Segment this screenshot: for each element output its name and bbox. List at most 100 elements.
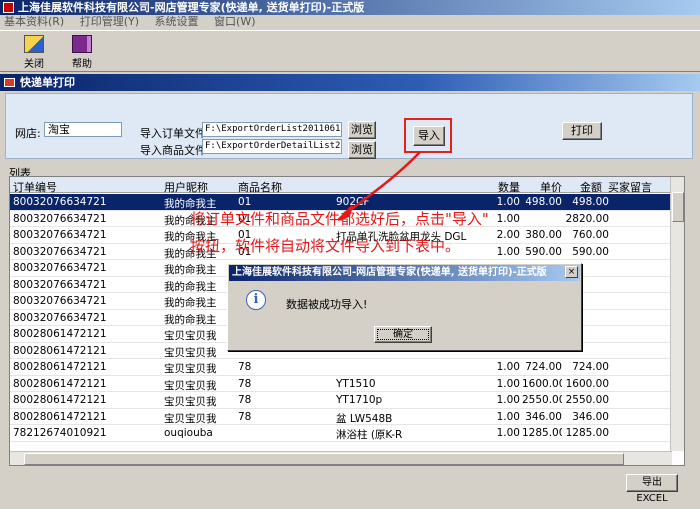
annotation-line-2: 按扭，软件将自动将文件导入到下表中。 <box>190 237 461 255</box>
help-book-icon <box>72 35 92 53</box>
menu-bar: 基本资料(R) 打印管理(Y) 系统设置 窗口(W) <box>0 15 700 29</box>
table-cell: 80032076634721 <box>13 229 107 241</box>
grid-header: 订单编号 用户昵称 商品名称 数量 单价 金额 买家留言 <box>10 177 672 195</box>
table-cell: 80028061472121 <box>13 344 107 357</box>
menu-basic-data[interactable]: 基本资料(R) <box>4 15 64 29</box>
table-cell: 淋浴柱 (原K-R <box>336 429 403 441</box>
horizontal-scrollbar[interactable] <box>10 451 672 465</box>
table-row[interactable]: 78212674010921 ouqiouba 淋浴柱 (原K-R 1.00 1285.… <box>10 425 672 442</box>
col-amount[interactable]: 金额 <box>580 179 602 195</box>
table-cell: 80028061472121 <box>13 394 107 406</box>
table-cell: 80032076634721 <box>13 311 107 324</box>
dialog-title: 上海佳展软件科技有限公司-网店管理专家(快递单, 送货单打印)-正式版 <box>229 265 580 281</box>
table-cell: 1285.00 <box>565 427 609 439</box>
table-cell: 1.00 <box>496 377 520 390</box>
table-row[interactable]: 80028061472121 宝贝宝贝我 78 YT1710p 1.00 2550.00 2… <box>10 392 672 409</box>
table-row[interactable]: 80028061472121 宝贝宝贝我 78 YT1510 1.00 1600.00 16… <box>10 376 672 392</box>
table-cell: 1.00 <box>496 427 520 439</box>
close-button[interactable]: 关闭 <box>12 34 56 70</box>
import-form-panel: 网店: 淘宝 导入订单文件: F:\ExportOrderList2011061… <box>5 93 693 159</box>
table-cell: 我的命我主 <box>164 264 217 276</box>
table-cell: ouqiouba <box>164 427 213 439</box>
table-cell: YT1510 <box>336 377 376 390</box>
dialog-message: 数据被成功导入! <box>286 298 368 311</box>
subwindow-titlebar: 快递单打印 <box>0 74 700 91</box>
table-cell: 2550.00 <box>565 394 609 406</box>
table-cell: 78 <box>238 394 252 406</box>
dialog-close-icon[interactable]: × <box>565 266 578 278</box>
info-icon: i <box>246 290 266 310</box>
col-buyer-message[interactable]: 买家留言 <box>608 179 652 195</box>
export-excel-button[interactable]: 导出EXCEL <box>626 474 678 504</box>
browse-order-button[interactable]: 浏览 <box>348 121 376 139</box>
help-button-label: 帮助 <box>72 59 92 70</box>
table-cell: 我的命我主 <box>164 297 217 309</box>
browse-goods-button[interactable]: 浏览 <box>348 141 376 159</box>
table-cell: 346.00 <box>525 410 562 423</box>
order-file-label: 导入订单文件: <box>140 127 210 140</box>
table-cell: 1.00 <box>496 394 520 406</box>
window-title: 上海佳展软件科技有限公司-网店管理专家(快递单, 送货单打印)-正式版 <box>18 1 365 14</box>
window-titlebar: 上海佳展软件科技有限公司-网店管理专家(快递单, 送货单打印)-正式版 <box>0 0 700 15</box>
vertical-scrollbar[interactable] <box>670 177 684 451</box>
col-order-no[interactable]: 订单编号 <box>13 179 57 195</box>
table-cell: 346.00 <box>572 410 609 423</box>
menu-print-management[interactable]: 打印管理(Y) <box>80 15 139 29</box>
table-cell: 80028061472121 <box>13 361 107 373</box>
table-cell: 80032076634721 <box>13 262 107 274</box>
table-cell: 80032076634721 <box>13 196 107 208</box>
table-cell: 1.00 <box>496 361 520 373</box>
import-button[interactable]: 导入 <box>413 126 445 146</box>
table-cell: 宝贝宝贝我 <box>164 396 217 408</box>
table-cell: 80028061472121 <box>13 328 107 340</box>
table-cell: 宝贝宝贝我 <box>164 346 217 359</box>
col-product-name[interactable]: 商品名称 <box>238 179 282 195</box>
table-cell: 724.00 <box>525 361 562 373</box>
table-cell: 1600.00 <box>522 377 562 390</box>
dialog-ok-button[interactable]: 确定 <box>374 326 432 343</box>
col-nickname[interactable]: 用户昵称 <box>164 179 208 195</box>
table-cell: 78212674010921 <box>13 427 107 439</box>
table-cell: 80032076634721 <box>13 278 107 291</box>
table-cell: 2550.00 <box>522 394 562 406</box>
table-cell: 宝贝宝贝我 <box>164 412 217 425</box>
col-quantity[interactable]: 数量 <box>498 179 520 195</box>
success-dialog: 上海佳展软件科技有限公司-网店管理专家(快递单, 送货单打印)-正式版 × i … <box>227 263 582 351</box>
goods-file-input[interactable]: F:\ExportOrderDetailList2011( <box>202 139 342 154</box>
tutorial-annotation: 将订单文件和商品文件都选好后，点击"导入" 按扭，软件将自动将文件导入到下表中。 <box>190 206 590 260</box>
table-cell: 宝贝宝贝我 <box>164 363 217 375</box>
table-cell: 80028061472121 <box>13 377 107 390</box>
table-cell: 78 <box>238 361 252 373</box>
close-door-icon <box>24 35 44 53</box>
menu-window[interactable]: 窗口(W) <box>214 15 255 29</box>
col-unit-price[interactable]: 单价 <box>540 179 562 195</box>
table-cell: 80028061472121 <box>13 410 107 423</box>
table-cell: 我的命我主 <box>164 280 217 293</box>
help-button[interactable]: 帮助 <box>60 34 104 70</box>
table-cell: 1600.00 <box>565 377 609 390</box>
app-icon <box>3 2 14 13</box>
table-cell: 我的命我主 <box>164 313 217 326</box>
table-row[interactable]: 80028061472121 宝贝宝贝我 78 1.00 724.00 724.00 <box>10 359 672 376</box>
shop-field[interactable]: 淘宝 <box>44 122 122 137</box>
table-row[interactable]: 80028061472121 宝贝宝贝我 78 盆 LW548B 1.00 346.00 3… <box>10 409 672 425</box>
close-button-label: 关闭 <box>24 59 44 70</box>
table-cell: YT1710p <box>336 394 383 406</box>
menu-system-settings[interactable]: 系统设置 <box>155 15 199 29</box>
table-cell: 1.00 <box>496 410 520 423</box>
order-file-input[interactable]: F:\ExportOrderList2011061016( <box>202 122 342 137</box>
table-cell: 78 <box>238 410 252 423</box>
toolbar: 关闭 帮助 <box>0 30 700 72</box>
annotation-line-1: 将订单文件和商品文件都选好后，点击"导入" <box>190 210 489 228</box>
table-cell: 宝贝宝贝我 <box>164 330 217 342</box>
table-cell: 724.00 <box>572 361 609 373</box>
table-cell: 80032076634721 <box>13 295 107 307</box>
table-cell: 80032076634721 <box>13 212 107 225</box>
table-cell: 1285.00 <box>522 427 562 439</box>
print-button[interactable]: 打印 <box>562 122 602 140</box>
shop-label: 网店: <box>15 127 41 140</box>
vertical-scroll-thumb[interactable] <box>672 192 684 222</box>
subwindow-title: 快递单打印 <box>20 76 75 89</box>
horizontal-scroll-thumb[interactable] <box>24 453 624 465</box>
table-cell: 80032076634721 <box>13 245 107 258</box>
